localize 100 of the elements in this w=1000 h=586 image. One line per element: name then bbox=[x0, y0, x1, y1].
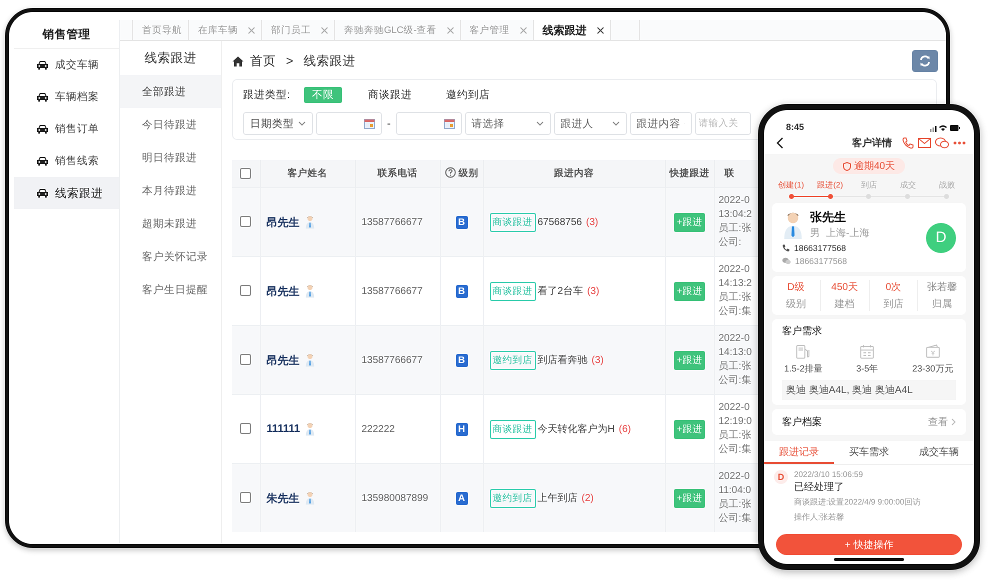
back-icon[interactable] bbox=[776, 137, 784, 149]
checkbox[interactable] bbox=[240, 285, 252, 296]
subnav-item[interactable]: 客户生日提醒 bbox=[120, 273, 221, 306]
filter-label: 跟进类型: bbox=[243, 88, 290, 102]
subnav-item[interactable]: 本月待跟进 bbox=[120, 174, 221, 207]
section-title: 客户档案 bbox=[782, 416, 822, 429]
subnav-item[interactable]: 超期未跟进 bbox=[120, 207, 221, 240]
column-header: 联系电话 bbox=[355, 160, 440, 188]
sidebar-item[interactable]: 销售线索 bbox=[14, 145, 119, 177]
phone-number: 135980087899 bbox=[360, 492, 428, 504]
status-time: 8:45 bbox=[786, 122, 804, 132]
follow-content: 到店看奔驰 bbox=[538, 354, 588, 367]
car-icon bbox=[36, 60, 49, 70]
stat-label: 建档 bbox=[834, 298, 855, 311]
subnav-item[interactable]: 今日待跟进 bbox=[120, 108, 221, 141]
level-badge: H bbox=[456, 422, 468, 436]
follow-count: (6) bbox=[618, 424, 631, 434]
stat-value: D级 bbox=[787, 281, 804, 294]
customer-name[interactable]: 111111 bbox=[266, 423, 300, 435]
breadcrumb-separator: > bbox=[286, 54, 294, 68]
follow-date: 2022-0 bbox=[718, 401, 750, 415]
select-field[interactable]: 日期类型 bbox=[243, 112, 313, 135]
follow-date: 2022-0 bbox=[718, 470, 750, 484]
quick-action-button[interactable]: + 快捷操作 bbox=[776, 534, 962, 555]
staff-text: 员工:张 bbox=[718, 291, 752, 305]
checkbox[interactable] bbox=[240, 168, 252, 179]
sidebar-item[interactable]: 车辆档案 bbox=[14, 81, 119, 113]
mail-icon[interactable] bbox=[918, 138, 931, 148]
tab[interactable]: 成交车辆 bbox=[904, 441, 974, 464]
date-field[interactable] bbox=[396, 112, 462, 135]
person-icon bbox=[305, 422, 316, 436]
subnav-title: 线索跟进 bbox=[144, 50, 198, 66]
subnav-item[interactable]: 全部跟进 bbox=[120, 75, 221, 108]
checkbox[interactable] bbox=[240, 423, 252, 434]
person-icon bbox=[304, 353, 314, 367]
record-detail: 商谈跟进:设置2022/4/9 9:00:00回访 bbox=[794, 496, 920, 508]
level-badge: A bbox=[456, 492, 468, 504]
search-field[interactable]: 请输入关 bbox=[694, 112, 751, 135]
subnav-item[interactable]: 明日待跟进 bbox=[120, 141, 221, 174]
follow-count: (2) bbox=[582, 492, 594, 504]
column-header: 快捷跟进 bbox=[665, 160, 714, 188]
checkbox[interactable] bbox=[240, 216, 252, 228]
record-badge: D bbox=[774, 470, 788, 484]
company-text: 公司:集 bbox=[718, 512, 752, 526]
section-title: 客户需求 bbox=[782, 324, 823, 338]
sidebar-item[interactable]: 线索跟进 bbox=[14, 177, 119, 209]
need-text: 23-30万元 bbox=[912, 363, 954, 376]
refresh-button[interactable] bbox=[912, 50, 938, 72]
close-icon[interactable] bbox=[596, 26, 604, 34]
follow-date: 2022-0 bbox=[718, 194, 750, 208]
stat-label: 到店 bbox=[883, 298, 904, 311]
follow-content: 看了2台车 bbox=[538, 284, 584, 298]
tab[interactable]: 跟进记录 bbox=[764, 441, 834, 464]
company-text: 公司: bbox=[718, 236, 742, 250]
refresh-icon bbox=[919, 55, 931, 67]
status-icons-drawing bbox=[930, 124, 960, 132]
tab[interactable]: 买车需求 bbox=[834, 441, 904, 464]
filter-option[interactable]: 邀约到店 bbox=[438, 87, 498, 103]
phone-number: 13587766677 bbox=[360, 216, 423, 228]
follow-type-tag: 商谈跟进 bbox=[490, 420, 536, 438]
breadcrumb-link[interactable]: 首页 bbox=[250, 52, 276, 70]
level-badge: B bbox=[456, 284, 468, 298]
step-label: 跟进(2) bbox=[817, 180, 844, 191]
home-icon[interactable] bbox=[232, 56, 244, 66]
company-text: 公司:集 bbox=[718, 443, 752, 457]
filter-option[interactable]: 商谈跟进 bbox=[360, 87, 420, 103]
more-icon[interactable] bbox=[953, 141, 966, 145]
date-field[interactable] bbox=[316, 112, 382, 135]
follow-count: (3) bbox=[592, 354, 604, 366]
customer-name[interactable]: 昂先生 bbox=[266, 284, 300, 298]
sidebar-item[interactable]: 成交车辆 bbox=[14, 49, 119, 81]
checkbox[interactable] bbox=[240, 492, 252, 504]
follow-type-tag: 邀约到店 bbox=[490, 488, 536, 508]
grade-badge: D bbox=[926, 222, 956, 252]
tab[interactable]: 线索跟进 bbox=[532, 20, 610, 40]
select-field[interactable]: 跟进内容 bbox=[630, 112, 692, 135]
follow-content: 上午到店 bbox=[538, 492, 578, 505]
phone-icon[interactable] bbox=[902, 137, 914, 149]
model-text: 奥迪 奥迪A4L, 奥迪 奥迪A4L bbox=[782, 380, 956, 400]
follow-date: 2022-0 bbox=[718, 332, 750, 346]
subnav-item[interactable]: 客户关怀记录 bbox=[120, 240, 221, 273]
archive-row[interactable]: 客户档案 查看 bbox=[772, 409, 966, 435]
customer-name[interactable]: 昂先生 bbox=[266, 214, 300, 230]
customer-name[interactable]: 昂先生 bbox=[266, 352, 300, 368]
staff-text: 员工:张 bbox=[718, 429, 752, 443]
fuel-pump-icon bbox=[795, 344, 812, 360]
checkbox[interactable] bbox=[240, 354, 252, 366]
chat-icon[interactable] bbox=[935, 137, 949, 149]
breadcrumb-link[interactable]: 线索跟进 bbox=[303, 52, 356, 70]
wechat-number: 18663177568 bbox=[795, 256, 848, 266]
select-field[interactable]: 请选择 bbox=[464, 112, 551, 135]
overdue-badge: 逾期40天 bbox=[832, 158, 906, 174]
phone-number: 222222 bbox=[360, 424, 395, 434]
stat-value: 0次 bbox=[886, 281, 902, 294]
shield-icon bbox=[842, 162, 851, 170]
sidebar-item[interactable]: 销售订单 bbox=[14, 113, 119, 145]
select-field[interactable]: 跟进人 bbox=[554, 112, 627, 135]
stat-value: 张若馨 bbox=[927, 280, 958, 294]
customer-name[interactable]: 朱先生 bbox=[266, 490, 300, 506]
page-title: 客户详情 bbox=[851, 136, 892, 150]
